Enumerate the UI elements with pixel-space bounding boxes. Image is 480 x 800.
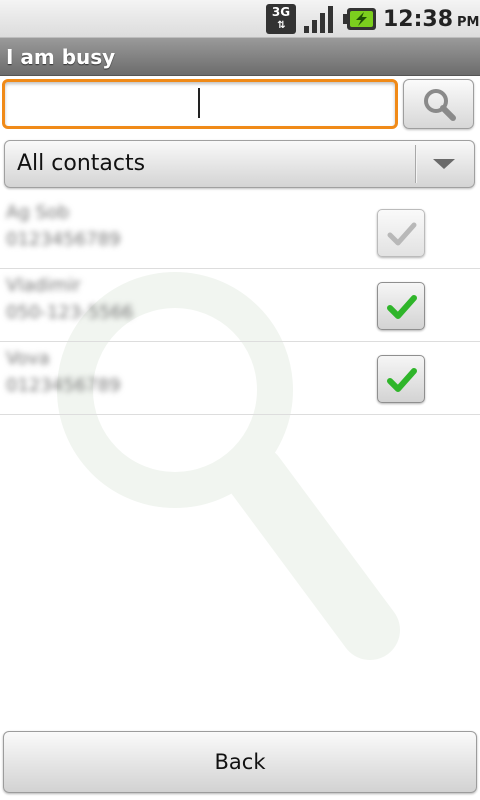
list-item[interactable]: Ag Sob 0123456789 [0, 196, 480, 269]
status-bar: 3G ⇅ 12:38 PM [0, 0, 480, 38]
clock-ampm: PM [457, 15, 480, 30]
contact-list: Ag Sob 0123456789 Vladimir 050-123-5566 … [0, 196, 480, 415]
contact-checkbox[interactable] [377, 282, 425, 330]
back-button[interactable]: Back [3, 731, 477, 793]
search-button[interactable] [403, 79, 474, 129]
search-input[interactable] [2, 79, 398, 129]
clock-time: 12:38 [383, 7, 454, 32]
checkmark-icon [387, 222, 417, 246]
contacts-filter-dropdown[interactable]: All contacts [4, 140, 475, 188]
battery-charging-icon [343, 8, 376, 30]
checkmark-icon [387, 368, 417, 392]
contact-checkbox[interactable] [377, 209, 425, 257]
page-title: I am busy [6, 45, 116, 69]
contact-name: Ag Sob [6, 202, 70, 223]
contact-name: Vova [6, 348, 50, 369]
status-clock: 12:38 PM [383, 5, 480, 35]
contact-checkbox[interactable] [377, 355, 425, 403]
contacts-filter-value: All contacts [17, 151, 146, 176]
contact-number: 0123456789 [6, 229, 121, 250]
list-item[interactable]: Vova 0123456789 [0, 342, 480, 415]
title-bar: I am busy [0, 38, 480, 76]
3g-data-icon: 3G ⇅ [266, 4, 296, 34]
search-icon [424, 89, 456, 121]
chevron-down-icon [433, 159, 455, 169]
contact-name: Vladimir [6, 275, 81, 296]
dropdown-divider [415, 145, 416, 183]
contact-number: 050-123-5566 [6, 302, 134, 323]
list-item[interactable]: Vladimir 050-123-5566 [0, 269, 480, 342]
signal-strength-icon [304, 6, 333, 33]
contact-number: 0123456789 [6, 375, 121, 396]
checkmark-icon [387, 295, 417, 319]
text-cursor [198, 88, 200, 118]
network-type-label: 3G [271, 5, 291, 19]
